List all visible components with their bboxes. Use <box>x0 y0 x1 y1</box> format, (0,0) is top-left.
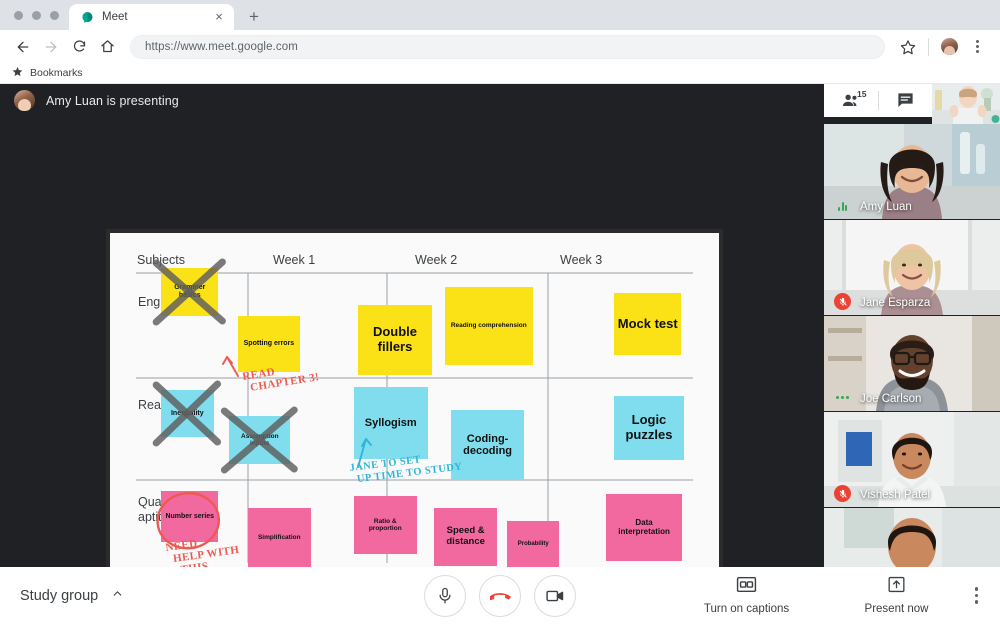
participant-name: Jane Esparza <box>860 297 930 309</box>
leave-call-button[interactable] <box>479 575 521 617</box>
audio-dots-icon <box>834 389 851 406</box>
participant-tile-amy-luan[interactable]: Amy Luan <box>824 124 1000 219</box>
crossed-out-mark <box>156 384 217 443</box>
present-now-button[interactable]: Present now <box>847 576 947 615</box>
turn-on-captions-button[interactable]: Turn on captions <box>697 576 797 615</box>
chat-tab[interactable] <box>879 84 933 117</box>
participant-name: Joe Carlson <box>860 393 921 405</box>
presenting-text: Amy Luan is presenting <box>46 94 179 108</box>
back-arrow-icon[interactable] <box>10 34 36 60</box>
call-controls <box>333 575 667 617</box>
captions-label: Turn on captions <box>704 603 789 615</box>
camera-button[interactable] <box>534 575 576 617</box>
annotation-text: READCHAPTER 3! <box>242 359 321 395</box>
microphone-button[interactable] <box>424 575 466 617</box>
present-screen-icon <box>887 576 906 598</box>
close-icon[interactable]: × <box>212 10 226 24</box>
handwritten-annotation: JANE TO SETUP TIME TO STUDY <box>349 439 463 486</box>
browser-tab-meet[interactable]: Meet × <box>69 4 234 30</box>
crossed-out-mark <box>224 410 294 470</box>
bookmarks-label[interactable]: Bookmarks <box>30 67 83 79</box>
mic-off-icon <box>834 485 851 502</box>
new-tab-button[interactable]: + <box>242 5 266 29</box>
browser-tab-strip: Meet × + <box>0 0 1000 30</box>
participant-tile-jane-esparza[interactable]: Jane Esparza <box>824 220 1000 315</box>
window-minimize-dot[interactable] <box>32 11 41 20</box>
browser-window: Meet × + https://www.meet.google <box>0 0 1000 624</box>
rail-tabs: 15 <box>824 84 932 117</box>
participant-tile-joe-carlson[interactable]: Joe Carlson <box>824 316 1000 411</box>
meet-actions: Turn on captions Present now <box>667 576 1000 615</box>
presentation-stage[interactable]: Subjects Week 1 Week 2 Week 3 English Re… <box>0 117 824 567</box>
meeting-name: Study group <box>20 588 98 604</box>
handwritten-annotation: READCHAPTER 3! <box>223 357 320 395</box>
chevron-up-icon[interactable] <box>111 587 124 605</box>
star-icon[interactable] <box>895 34 921 60</box>
toolbar-divider <box>928 38 929 56</box>
meet-favicon-icon <box>81 11 94 24</box>
browser-tab-title: Meet <box>102 11 204 23</box>
window-close-dot[interactable] <box>14 11 23 20</box>
annotation-text: JANE TO SETUP TIME TO STUDY <box>349 449 463 485</box>
handwritten-annotation: NEEDHELP WITHTHIS <box>165 532 242 567</box>
browser-toolbar: https://www.meet.google.com <box>0 30 1000 63</box>
more-options-button[interactable] <box>975 587 979 604</box>
participant-name: Vishesh Patel <box>860 489 930 501</box>
profile-avatar[interactable] <box>936 34 962 60</box>
window-maximize-dot[interactable] <box>50 11 59 20</box>
participant-count: 15 <box>857 89 866 99</box>
google-meet-app: Amy Luan is presenting Subjects <box>0 84 1000 567</box>
participants-rail: 15 <box>824 84 1000 567</box>
participant-tile-vishesh-patel[interactable]: Vishesh Patel <box>824 412 1000 507</box>
presenter-avatar <box>14 90 35 111</box>
participant-tile-partial[interactable] <box>824 508 1000 567</box>
self-view-tile[interactable] <box>932 84 1000 124</box>
closed-caption-icon <box>736 576 757 598</box>
participant-name: Amy Luan <box>860 201 912 213</box>
meet-control-bar: Study group <box>0 567 1000 624</box>
forward-arrow-icon[interactable] <box>38 34 64 60</box>
bookmarks-bar: Bookmarks <box>0 63 1000 84</box>
window-controls[interactable] <box>10 0 69 30</box>
ink-annotations-layer: READCHAPTER 3! JANE TO SETUP TIME TO STUD… <box>110 233 719 567</box>
kebab-menu-icon[interactable] <box>964 34 990 60</box>
present-label: Present now <box>865 603 929 615</box>
reload-icon[interactable] <box>66 34 92 60</box>
participants-tab[interactable]: 15 <box>824 84 878 117</box>
address-bar[interactable]: https://www.meet.google.com <box>130 35 885 59</box>
annotation-text: NEEDHELP WITHTHIS <box>165 532 242 567</box>
meeting-info[interactable]: Study group <box>0 587 333 605</box>
audio-level-icon <box>834 197 851 214</box>
home-icon[interactable] <box>94 34 120 60</box>
star-icon <box>12 64 23 82</box>
jamboard-canvas[interactable]: Subjects Week 1 Week 2 Week 3 English Re… <box>110 233 719 567</box>
address-bar-url: https://www.meet.google.com <box>145 41 298 53</box>
crossed-out-mark <box>156 262 222 322</box>
jamboard-frame: Subjects Week 1 Week 2 Week 3 English Re… <box>106 229 723 567</box>
mic-off-icon <box>834 293 851 310</box>
